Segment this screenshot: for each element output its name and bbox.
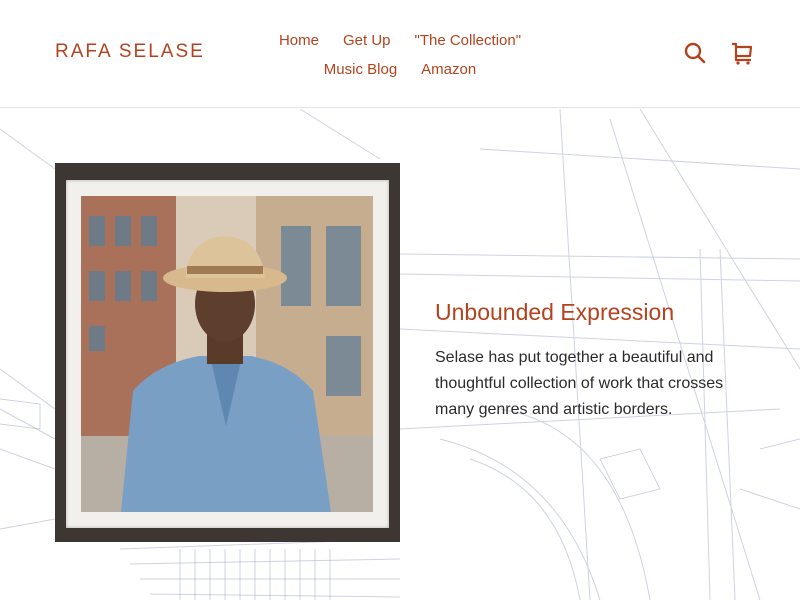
main-nav: Home Get Up "The Collection" Music Blog … <box>230 26 570 84</box>
cart-icon[interactable] <box>730 41 754 65</box>
site-logo[interactable]: RAFA SELASE <box>55 41 205 63</box>
search-icon[interactable] <box>683 41 707 65</box>
nav-link-amazon[interactable]: Amazon <box>421 61 476 78</box>
portrait-frame <box>55 163 400 542</box>
hero-section: Unbounded Expression Selase has put toge… <box>0 109 800 600</box>
nav-row-1: Home Get Up "The Collection" <box>230 26 570 55</box>
nav-row-2: Music Blog Amazon <box>230 55 570 84</box>
portrait-mat <box>66 180 389 528</box>
nav-link-get-up[interactable]: Get Up <box>343 32 391 49</box>
site-header: RAFA SELASE Home Get Up "The Collection"… <box>0 0 800 108</box>
portrait-photo <box>81 196 373 512</box>
nav-link-the-collection[interactable]: "The Collection" <box>415 32 522 49</box>
feature-heading: Unbounded Expression <box>435 299 675 325</box>
nav-link-music-blog[interactable]: Music Blog <box>324 61 397 78</box>
nav-link-home[interactable]: Home <box>279 32 319 49</box>
feature-description: Selase has put together a beautiful and … <box>435 349 724 418</box>
